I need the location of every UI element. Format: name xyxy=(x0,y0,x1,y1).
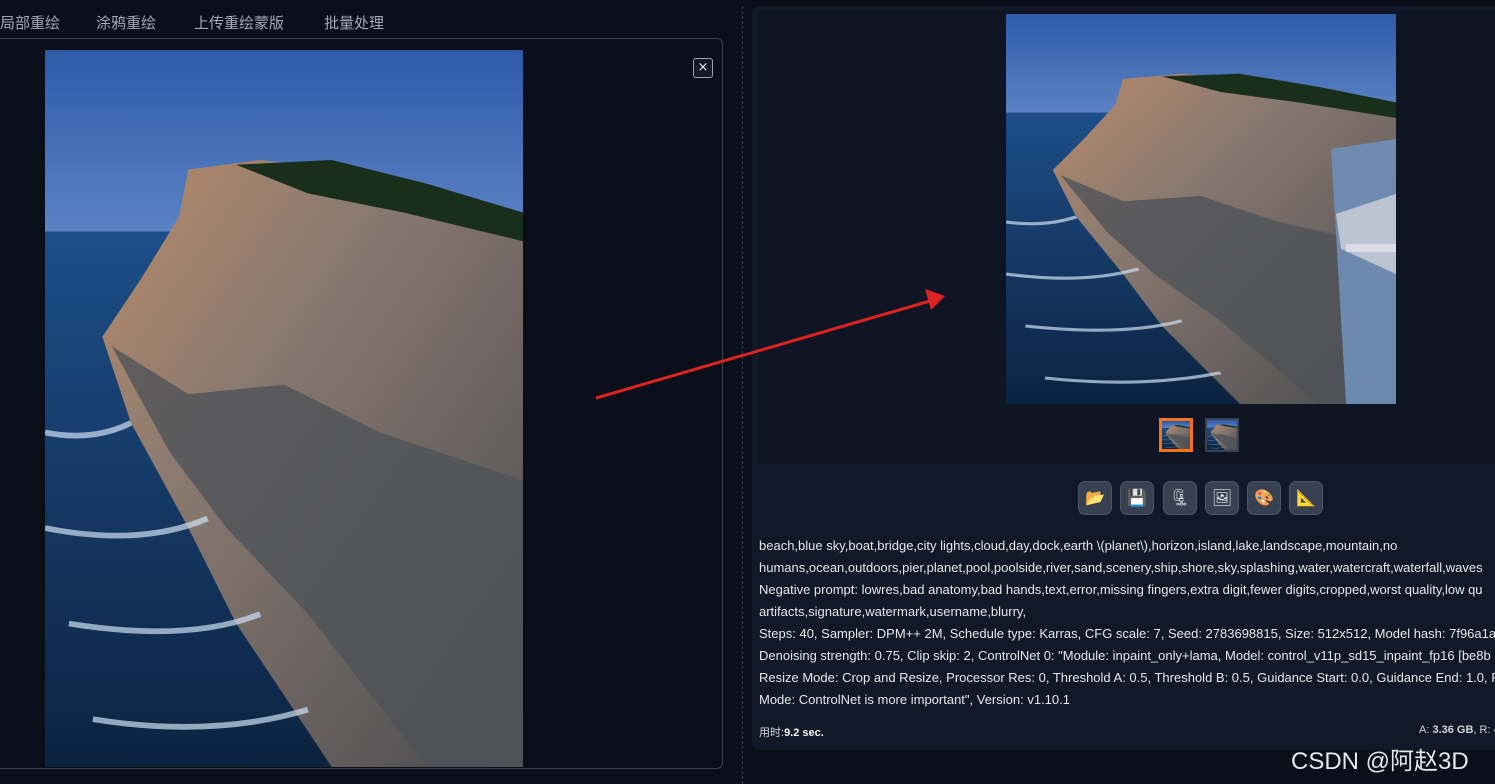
result-image[interactable] xyxy=(1006,14,1396,404)
source-image[interactable] xyxy=(45,50,523,767)
info-line: Negative prompt: lowres,bad anatomy,bad … xyxy=(759,582,1483,597)
memory-value: 3.36 GB xyxy=(1432,724,1474,736)
generation-info: beach,blue sky,boat,bridge,city lights,c… xyxy=(759,535,1495,711)
tab-batch[interactable]: 批量处理 xyxy=(324,12,384,33)
info-line: artifacts,signature,watermark,username,b… xyxy=(759,604,1027,619)
thumbnail-result-selected[interactable] xyxy=(1159,418,1193,452)
column-divider xyxy=(742,6,743,784)
watermark: CSDN @阿赵3D xyxy=(1291,748,1469,775)
time-value: 9.2 sec. xyxy=(784,727,824,739)
tab-inpaint[interactable]: 局部重绘 xyxy=(0,12,60,33)
info-line: humans,ocean,outdoors,pier,planet,pool,p… xyxy=(759,560,1483,575)
thumbnail-result-2[interactable] xyxy=(1205,418,1239,452)
memory-prefix: A: xyxy=(1419,724,1433,736)
palette-icon[interactable]: 🎨 xyxy=(1247,481,1281,515)
elapsed-time: 用时:9.2 sec. xyxy=(759,724,824,740)
tab-bar: 局部重绘 涂鸦重绘 上传重绘蒙版 批量处理 xyxy=(0,0,735,38)
memory-usage: A: 3.36 GB, R: 4 xyxy=(1419,724,1495,736)
save-icon[interactable]: 💾 xyxy=(1120,481,1154,515)
ruler-icon[interactable]: 📐 xyxy=(1289,481,1323,515)
close-icon[interactable]: × xyxy=(693,58,713,78)
send-to-img2img-icon[interactable]: 🖼 xyxy=(1205,481,1239,515)
zip-icon[interactable]: 🗜 xyxy=(1163,481,1197,515)
info-line: Resize Mode: Crop and Resize, Processor … xyxy=(759,670,1495,685)
tab-sketch-inpaint[interactable]: 涂鸦重绘 xyxy=(96,12,156,33)
tab-inpaint-upload[interactable]: 上传重绘蒙版 xyxy=(194,12,284,33)
folder-icon[interactable]: 📂 xyxy=(1078,481,1112,515)
info-line: Steps: 40, Sampler: DPM++ 2M, Schedule t… xyxy=(759,626,1495,641)
time-label: 用时: xyxy=(759,727,785,739)
info-line: beach,blue sky,boat,bridge,city lights,c… xyxy=(759,538,1398,553)
info-line: Denoising strength: 0.75, Clip skip: 2, … xyxy=(759,648,1491,663)
memory-suffix: , R: 4 xyxy=(1473,724,1495,736)
info-line: Mode: ControlNet is more important", Ver… xyxy=(759,692,1070,707)
